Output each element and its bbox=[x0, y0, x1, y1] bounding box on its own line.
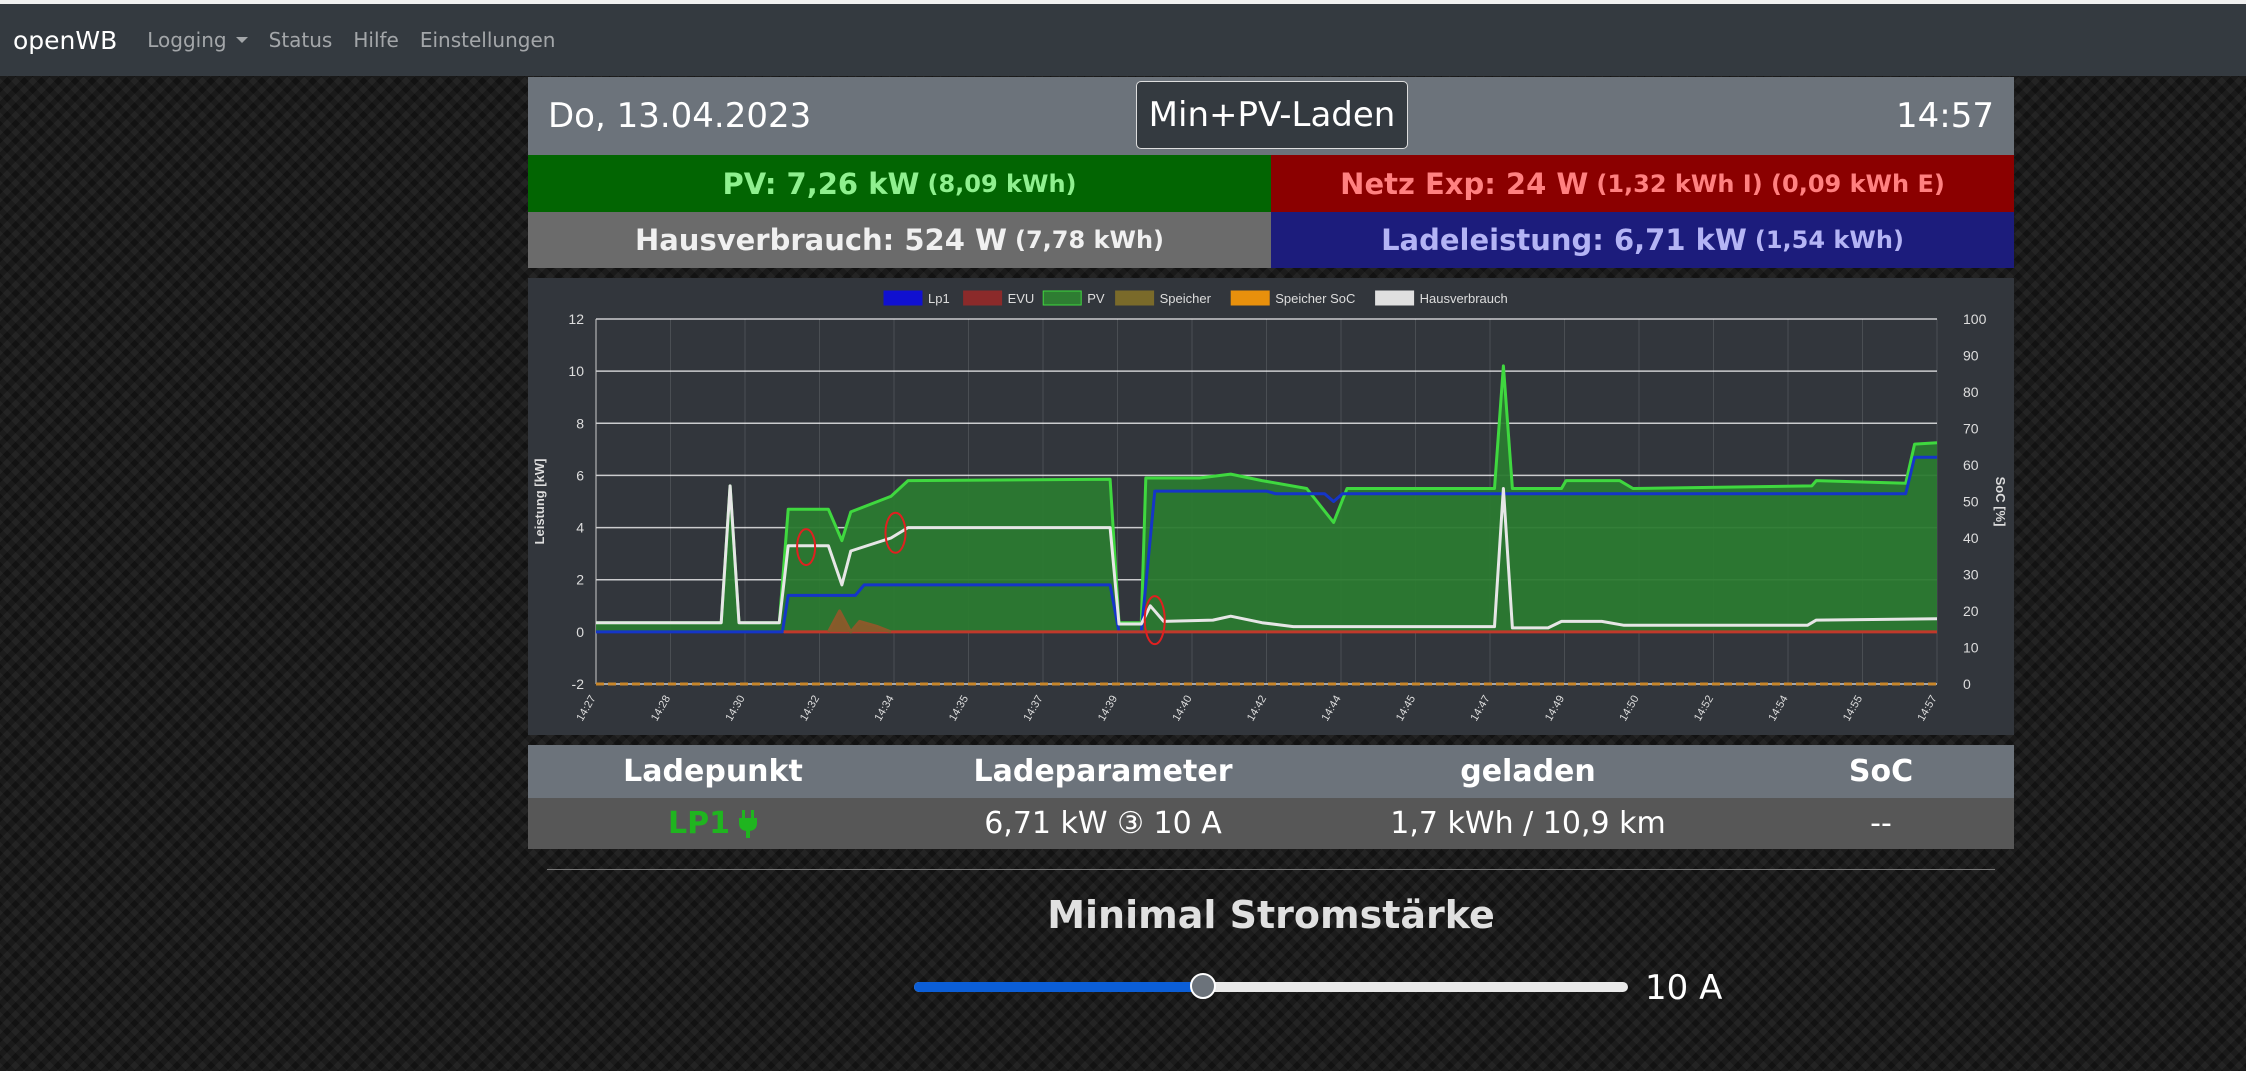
charge-mode-button[interactable]: Min+PV-Laden bbox=[1136, 81, 1408, 149]
legend-label: EVU bbox=[1008, 291, 1035, 306]
grid-summary: Netz Exp: 24 W (1,32 kWh I) (0,09 kWh E) bbox=[1271, 155, 2014, 212]
brand-link[interactable]: openWB bbox=[13, 26, 117, 55]
navbar: openWB Logging Status Hilfe Einstellunge… bbox=[0, 4, 2246, 76]
charge-power: Ladeleistung: 6,71 kW bbox=[1381, 223, 1747, 257]
y2-tick-label: 100 bbox=[1963, 311, 1987, 327]
legend-label: Speicher SoC bbox=[1275, 291, 1355, 306]
legend-swatch-lp1 bbox=[883, 290, 923, 306]
x-tick-label: 14:39 bbox=[1096, 694, 1120, 724]
y2-axis-title: SoC [%] bbox=[1993, 477, 2008, 527]
legend-swatch-hausverbrauch bbox=[1375, 290, 1415, 306]
y2-tick-label: 80 bbox=[1963, 384, 1979, 400]
x-tick-label: 14:42 bbox=[1245, 694, 1269, 724]
y2-tick-label: 20 bbox=[1963, 603, 1979, 619]
y-tick-label: 8 bbox=[576, 415, 584, 431]
y-tick-label: 12 bbox=[568, 311, 584, 327]
header-bar: Do, 13.04.2023 Min+PV-Laden 14:57 bbox=[528, 77, 2014, 155]
house-power: Hausverbrauch: 524 W bbox=[634, 223, 1007, 257]
slider-fill bbox=[914, 982, 1204, 992]
x-tick-label: 14:27 bbox=[574, 694, 598, 724]
legend-label: Hausverbrauch bbox=[1420, 291, 1508, 306]
min-current-title: Minimal Stromstärke bbox=[1047, 893, 1495, 937]
y2-tick-label: 90 bbox=[1963, 348, 1979, 364]
x-tick-label: 14:55 bbox=[1841, 694, 1865, 724]
chargepoint-table: Ladepunkt Ladeparameter geladen SoC LP1 … bbox=[528, 745, 2014, 849]
x-tick-label: 14:45 bbox=[1394, 694, 1418, 724]
min-current-value: 10 A bbox=[1645, 968, 1723, 1008]
table-row[interactable]: LP1 6,71 kW ③ 10 A 1,7 kWh / 10,9 km -- bbox=[528, 798, 2014, 849]
table-header: Ladepunkt Ladeparameter geladen SoC bbox=[528, 745, 2014, 798]
legend-swatch-pv bbox=[1042, 290, 1082, 306]
nav-einstellungen[interactable]: Einstellungen bbox=[420, 28, 556, 52]
house-energy: (7,78 kWh) bbox=[1015, 226, 1165, 254]
x-tick-label: 14:49 bbox=[1543, 694, 1567, 724]
legend-swatch-evu bbox=[963, 290, 1003, 306]
legend-label: PV bbox=[1087, 291, 1105, 306]
charge-summary: Ladeleistung: 6,71 kW (1,54 kWh) bbox=[1271, 212, 2014, 268]
divider bbox=[547, 869, 1995, 870]
nav-logging-label: Logging bbox=[147, 28, 227, 52]
x-tick-label: 14:30 bbox=[723, 694, 747, 724]
time-label: 14:57 bbox=[1896, 96, 1994, 136]
x-tick-label: 14:44 bbox=[1319, 694, 1343, 724]
y2-tick-label: 30 bbox=[1963, 567, 1979, 583]
col-geladen: geladen bbox=[1460, 754, 1596, 789]
nav-logging[interactable]: Logging bbox=[147, 28, 248, 52]
y-tick-label: 0 bbox=[576, 624, 584, 640]
x-tick-label: 14:40 bbox=[1170, 694, 1194, 724]
x-tick-label: 14:47 bbox=[1468, 694, 1492, 724]
x-tick-label: 14:52 bbox=[1692, 694, 1716, 724]
slider-thumb[interactable] bbox=[1190, 973, 1217, 999]
charged-amount: 1,7 kWh / 10,9 km bbox=[1390, 806, 1666, 841]
legend-swatch-speicher-soc bbox=[1230, 290, 1270, 306]
y2-tick-label: 70 bbox=[1963, 421, 1979, 437]
y-tick-label: 2 bbox=[576, 572, 584, 588]
caret-down-icon bbox=[235, 37, 248, 43]
y-tick-label: 4 bbox=[576, 520, 584, 536]
legend-swatch-speicher bbox=[1115, 290, 1155, 306]
x-tick-label: 14:37 bbox=[1021, 694, 1045, 724]
x-tick-label: 14:28 bbox=[649, 694, 673, 724]
y2-tick-label: 60 bbox=[1963, 457, 1979, 473]
summary-panel: PV: 7,26 kW (8,09 kWh) Netz Exp: 24 W (1,3… bbox=[528, 155, 2014, 268]
charge-parameters: 6,71 kW ③ 10 A bbox=[984, 806, 1222, 841]
y2-tick-label: 50 bbox=[1963, 494, 1979, 510]
col-ladepunkt: Ladepunkt bbox=[623, 754, 803, 789]
min-current-slider[interactable] bbox=[914, 973, 1628, 999]
col-soc: SoC bbox=[1848, 754, 1914, 789]
y-axis-title: Leistung [kW] bbox=[532, 459, 547, 545]
y2-tick-label: 0 bbox=[1963, 676, 1971, 692]
y2-tick-label: 10 bbox=[1963, 640, 1979, 656]
y-tick-label: -2 bbox=[572, 676, 585, 692]
grid-power: Netz Exp: 24 W bbox=[1340, 166, 1589, 201]
nav-hilfe[interactable]: Hilfe bbox=[353, 28, 399, 52]
plug-icon bbox=[738, 809, 757, 838]
legend-label: Speicher bbox=[1160, 291, 1212, 306]
y-tick-label: 6 bbox=[576, 467, 584, 483]
x-tick-label: 14:35 bbox=[947, 694, 971, 724]
x-tick-label: 14:57 bbox=[1915, 694, 1939, 724]
legend-label: Lp1 bbox=[928, 291, 950, 306]
y2-tick-label: 40 bbox=[1963, 530, 1979, 546]
power-chart: 14:27 14:28 14:30 14:32 14:34 14:35 14:37 14:39… bbox=[528, 278, 2014, 735]
pv-summary: PV: 7,26 kW (8,09 kWh) bbox=[528, 155, 1271, 212]
soc-value: -- bbox=[1870, 806, 1892, 841]
pv-energy: (8,09 kWh) bbox=[927, 169, 1077, 198]
date-label: Do, 13.04.2023 bbox=[548, 96, 812, 136]
grid-energy: (1,32 kWh I) (0,09 kWh E) bbox=[1596, 169, 1945, 198]
chart-svg: 14:27 14:28 14:30 14:32 14:34 14:35 14:37 14:39… bbox=[532, 290, 2008, 724]
y-tick-label: 10 bbox=[568, 363, 584, 379]
charge-energy: (1,54 kWh) bbox=[1754, 226, 1904, 254]
chargepoint-name[interactable]: LP1 bbox=[528, 798, 898, 849]
chargepoint-label: LP1 bbox=[668, 806, 730, 841]
x-tick-label: 14:54 bbox=[1766, 694, 1790, 724]
x-tick-label: 14:32 bbox=[798, 694, 822, 724]
nav-status[interactable]: Status bbox=[269, 28, 333, 52]
x-tick-label: 14:50 bbox=[1617, 694, 1641, 724]
pv-power: PV: 7,26 kW bbox=[722, 166, 920, 201]
col-ladeparameter: Ladeparameter bbox=[973, 754, 1233, 789]
x-tick-label: 14:34 bbox=[872, 694, 896, 724]
house-summary: Hausverbrauch: 524 W (7,78 kWh) bbox=[528, 212, 1271, 268]
